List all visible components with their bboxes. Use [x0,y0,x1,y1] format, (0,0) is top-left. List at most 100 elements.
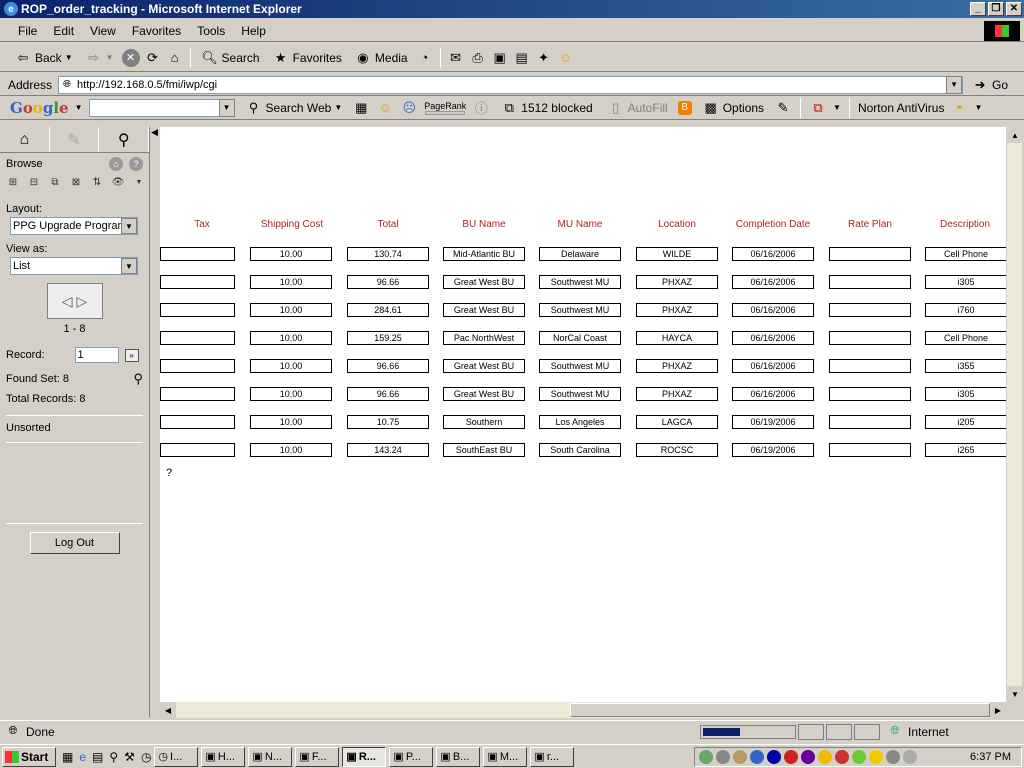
scroll-right-icon[interactable]: ▶ [990,702,1006,718]
cell-bu-name[interactable]: Great West BU [443,275,525,289]
scroll-down-icon[interactable]: ▼ [1007,686,1023,702]
cell-total[interactable]: 130.74 [347,247,429,261]
refresh-icon[interactable]: ⟳ [144,49,162,67]
view-as-select[interactable]: List ▼ [10,257,138,275]
smiley-icon[interactable]: ☺ [557,49,575,67]
horizontal-scroll-thumb[interactable] [570,703,990,717]
cell-mu-name[interactable]: Southwest MU [539,275,621,289]
cell-description[interactable]: i305 [925,275,1006,289]
cell-total[interactable]: 96.66 [347,275,429,289]
task-5[interactable]: ▣ P... [389,746,434,767]
task-4-active[interactable]: ▣ R... [342,746,387,767]
layout-select[interactable]: PPG Upgrade Program ▼ [10,217,138,235]
cell-rate-plan[interactable] [829,387,911,401]
search-web-dropdown-icon[interactable]: ▼ [334,103,342,112]
cell-completion-date[interactable]: 06/16/2006 [732,275,814,289]
help-icon[interactable]: ? [129,157,143,171]
media-button[interactable]: ◉ Media [350,49,412,67]
task-8[interactable]: ▣ r... [530,746,575,767]
favorites-button[interactable]: ★ Favorites [268,49,346,67]
edit-record-icon[interactable]: ⊟ [25,175,43,189]
edit-icon[interactable]: ▣ [491,49,509,67]
search-web-button[interactable]: ⚲ Search Web ▼ [241,99,347,117]
cell-location[interactable]: LAGCA [636,415,718,429]
tray-media-icon[interactable] [767,750,781,764]
cell-shipping-cost[interactable]: 10.00 [250,275,332,289]
home-icon[interactable]: ⌂ [166,49,184,67]
clock-app-icon[interactable]: ◷ [141,750,151,764]
cell-tax[interactable] [160,303,235,317]
cell-bu-name[interactable]: Mid-Atlantic BU [443,247,525,261]
cell-shipping-cost[interactable]: 10.00 [250,303,332,317]
record-go-icon[interactable]: » [124,348,139,362]
cell-shipping-cost[interactable]: 10.00 [250,387,332,401]
ie-quick-icon[interactable]: e [79,750,86,764]
cell-mu-name[interactable]: Southwest MU [539,303,621,317]
cell-description[interactable]: i355 [925,359,1006,373]
mail-icon[interactable]: ✉ [447,49,465,67]
task-3[interactable]: ▣ F... [295,746,340,767]
cell-mu-name[interactable]: Southwest MU [539,359,621,373]
vertical-scrollbar[interactable]: ▲ ▼ [1006,127,1023,702]
info-icon[interactable]: ⓘ [472,99,490,117]
cell-total[interactable]: 159.25 [347,331,429,345]
menu-tools[interactable]: Tools [189,24,233,38]
cell-location[interactable]: PHXAZ [636,387,718,401]
layout-dropdown-icon[interactable]: ▼ [121,218,137,234]
cell-description[interactable]: i205 [925,415,1006,429]
task-6[interactable]: ▣ B... [436,746,481,767]
norton-dropdown-icon[interactable]: ▼ [974,103,982,112]
autofill-button[interactable]: ▯ AutoFill [603,99,672,117]
collapse-sidebar-icon[interactable]: ◀ [151,127,159,141]
find-tab-icon[interactable]: ⚲ [99,127,150,152]
record-book-icon[interactable]: ◁ ▷ [46,283,103,319]
tools-icon[interactable]: ⚒ [124,750,135,764]
new-record-icon[interactable]: ⊞ [4,175,22,189]
cell-location[interactable]: HAYCA [636,331,718,345]
blogger-icon[interactable]: B [677,100,692,115]
address-input[interactable]: 🌐︎ http://192.168.0.5/fmi/iwp/cgi ▼ [58,75,964,94]
cell-rate-plan[interactable] [829,331,911,345]
tray-update-icon[interactable] [903,750,917,764]
cell-total[interactable]: 96.66 [347,387,429,401]
cell-shipping-cost[interactable]: 10.00 [250,415,332,429]
scroll-left-icon[interactable]: ◀ [160,702,176,718]
cell-location[interactable]: PHXAZ [636,359,718,373]
history-icon[interactable]: ◔ [416,49,434,67]
highlighter-icon[interactable]: ✎ [774,99,792,117]
cell-bu-name[interactable]: Great West BU [443,359,525,373]
menu-favorites[interactable]: Favorites [124,24,189,38]
task-7[interactable]: ▣ M... [483,746,528,767]
google-logo[interactable]: Google [10,99,69,117]
sort-icon[interactable]: ⇅ [88,175,106,189]
print-icon[interactable]: ⎙ [469,49,487,67]
menu-help[interactable]: Help [233,24,274,38]
cell-completion-date[interactable]: 06/19/2006 [732,415,814,429]
norton-icon[interactable]: ◓ [950,99,968,117]
google-dropdown-icon[interactable]: ▼ [75,103,83,112]
cell-mu-name[interactable]: Delaware [539,247,621,261]
cell-completion-date[interactable]: 06/16/2006 [732,387,814,401]
tray-sync-icon[interactable] [835,750,849,764]
cell-completion-date[interactable]: 06/16/2006 [732,331,814,345]
options-button[interactable]: ▩ Options [698,99,768,117]
horizontal-scrollbar[interactable]: ◀ ▶ [160,702,1006,718]
delete-record-icon[interactable]: ⊠ [67,175,85,189]
popup-blocker[interactable]: ⧉ 1512 blocked [496,99,596,117]
cell-rate-plan[interactable] [829,415,911,429]
tray-yahoo-icon[interactable] [801,750,815,764]
find-person-icon[interactable]: ⚲ [133,371,143,387]
cell-rate-plan[interactable] [829,359,911,373]
explorer-icon[interactable]: ⚲ [109,750,118,764]
cell-tax[interactable] [160,359,235,373]
tray-network-icon[interactable] [699,750,713,764]
cell-bu-name[interactable]: Pac NorthWest [443,331,525,345]
cell-bu-name[interactable]: Southern [443,415,525,429]
search-button[interactable]: 🔍︎ Search [197,49,264,67]
norton-label[interactable]: Norton AntiVirus [858,101,945,115]
cell-total[interactable]: 10.75 [347,415,429,429]
task-0[interactable]: ◷ I... [154,746,199,767]
cell-rate-plan[interactable] [829,247,911,261]
back-button[interactable]: ⇦ Back ▼ [10,49,77,67]
cell-description[interactable]: i305 [925,387,1006,401]
